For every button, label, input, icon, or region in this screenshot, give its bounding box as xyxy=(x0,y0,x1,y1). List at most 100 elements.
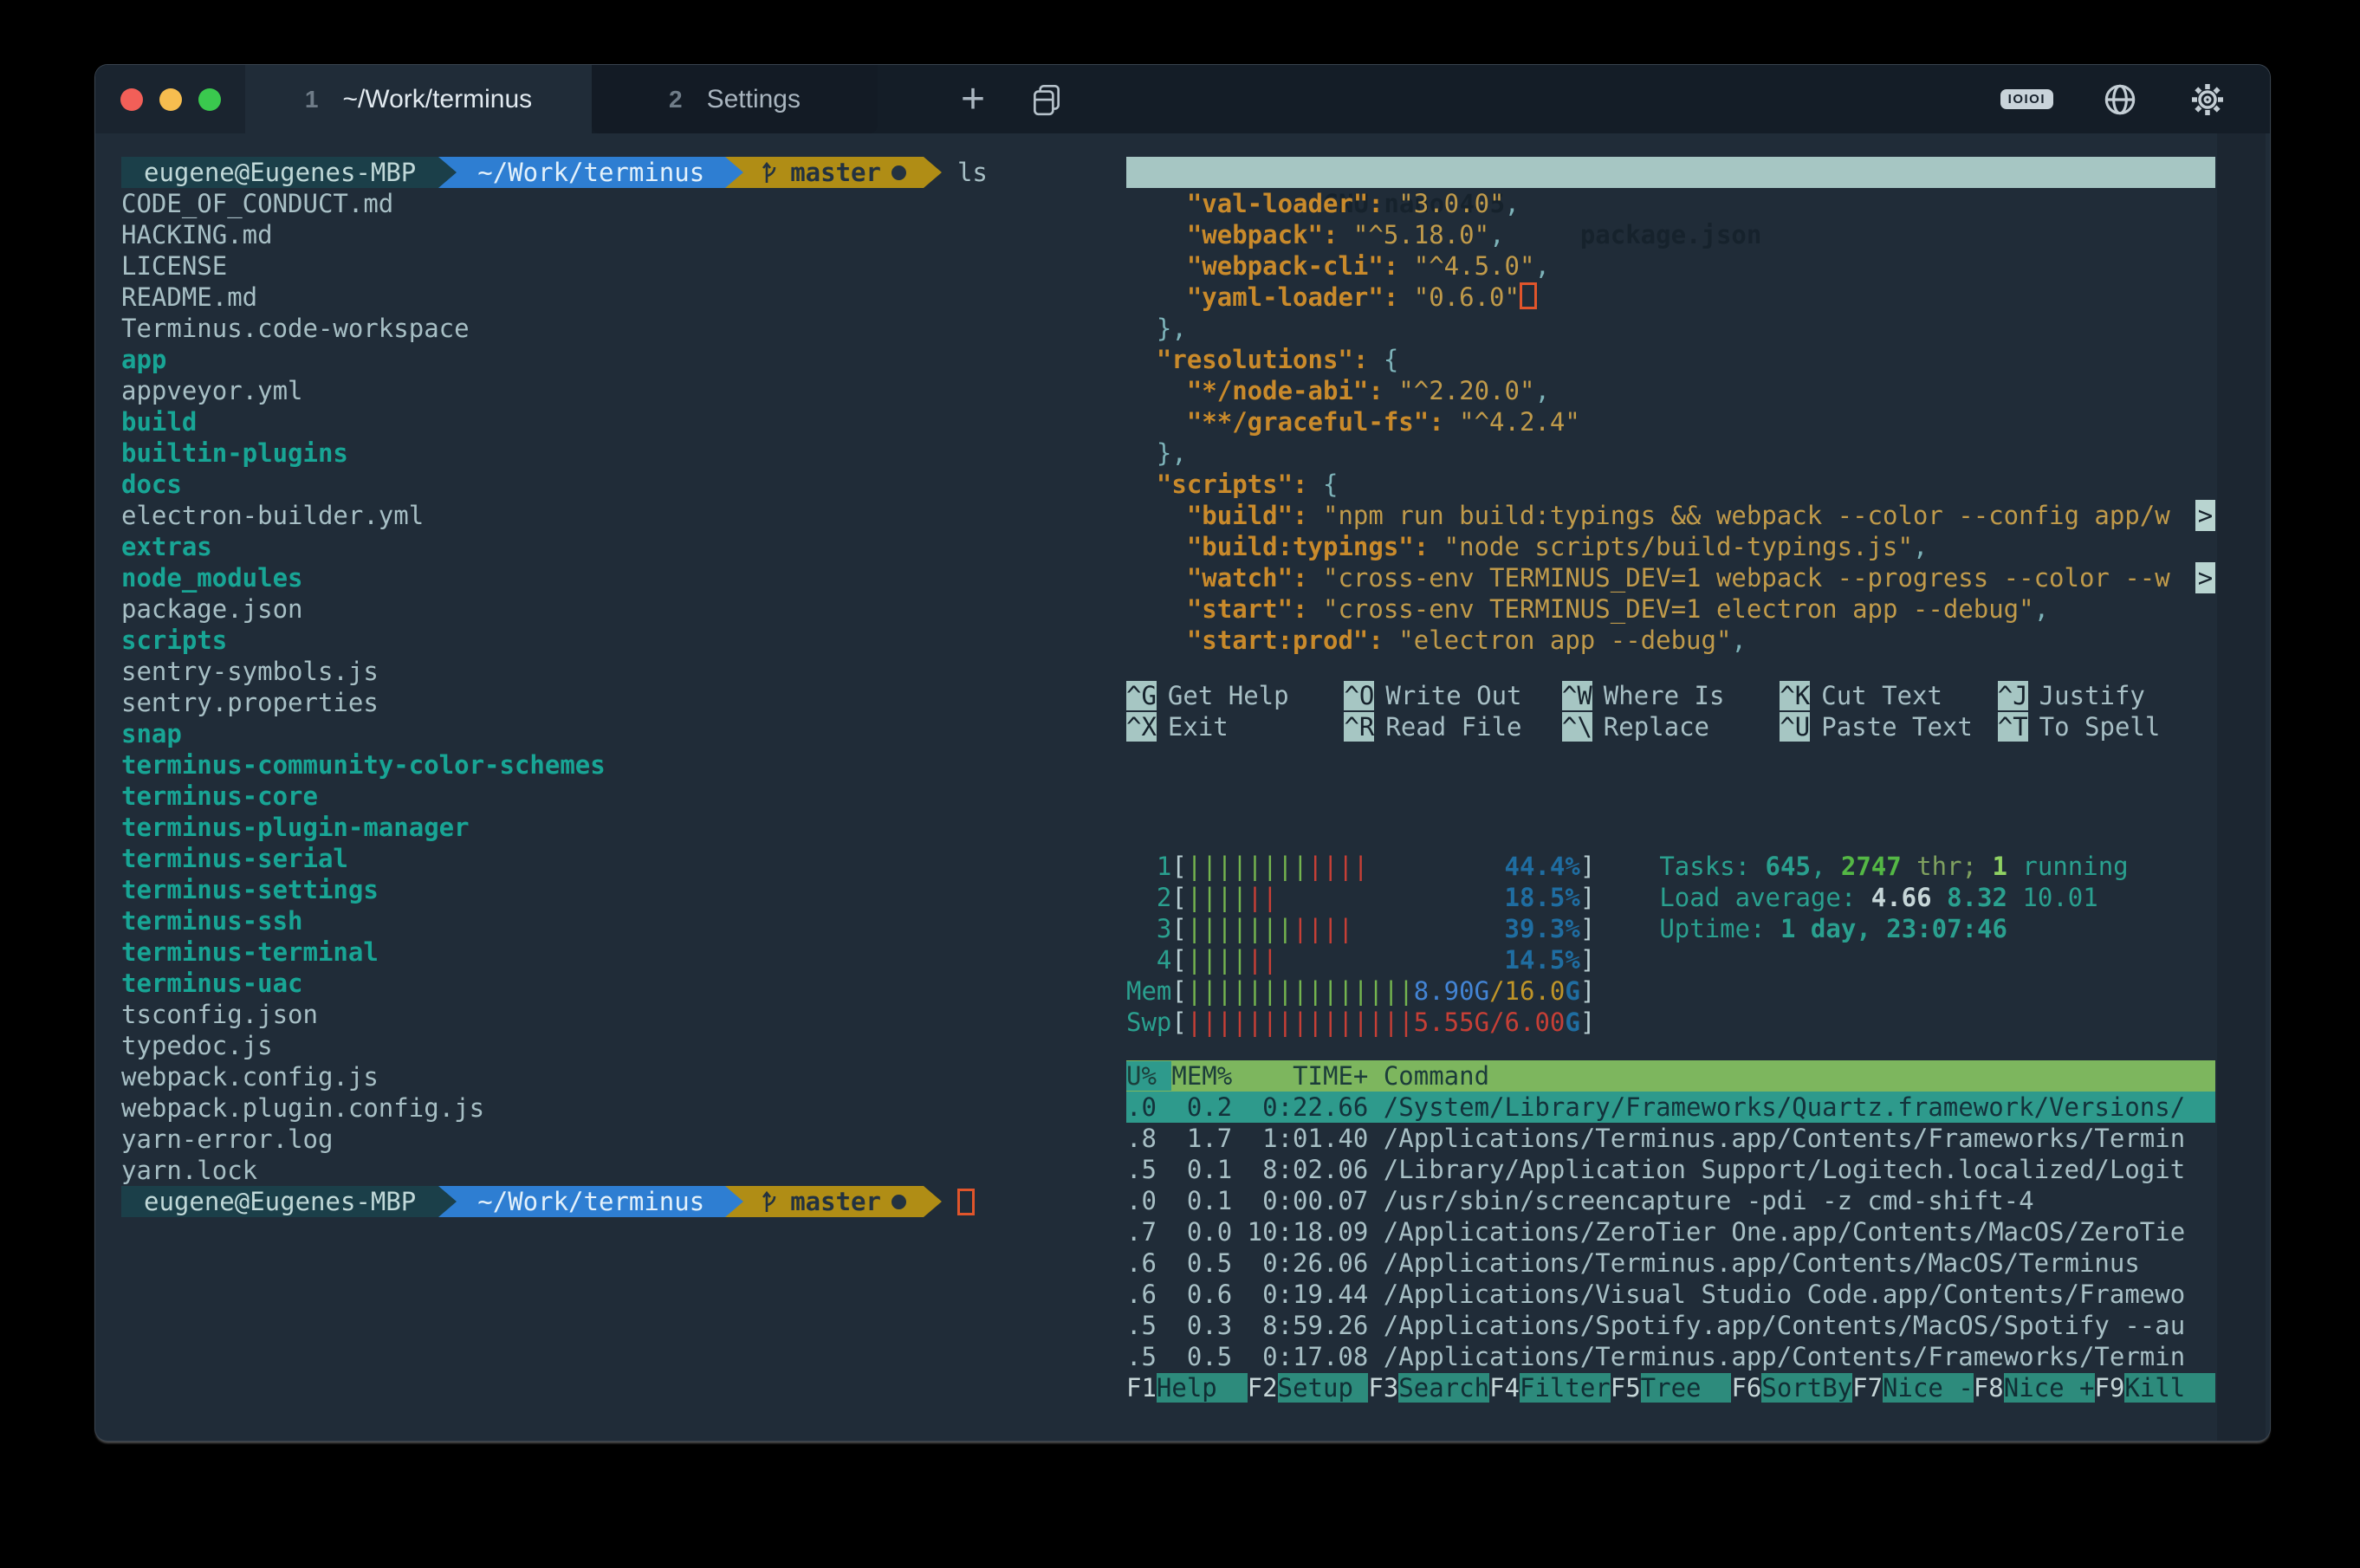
file-entry: scripts xyxy=(121,625,1098,656)
powerline-arrow-icon xyxy=(924,157,942,188)
zoom-button[interactable] xyxy=(198,88,221,111)
nano-line: "build": "npm run build:typings && webpa… xyxy=(1126,500,2215,531)
nano-shortcut[interactable]: ^WWhere Is xyxy=(1562,680,1780,711)
nano-line: "webpack": "^5.18.0", xyxy=(1126,219,2215,250)
nano-shortcut[interactable]: ^TTo Spell xyxy=(1998,711,2215,742)
nano-shortcut[interactable]: ^UPaste Text xyxy=(1780,711,1997,742)
fkey-button[interactable]: F8Nice + xyxy=(1974,1372,2095,1403)
nano-line: "**/graceful-fs": "^4.2.4" xyxy=(1126,406,2215,437)
file-entry: LICENSE xyxy=(121,250,1098,282)
file-entry: node_modules xyxy=(121,562,1098,593)
fkey-button[interactable]: F1Help xyxy=(1126,1372,1248,1403)
terminal-cursor xyxy=(957,1189,975,1215)
htop-stats: Tasks: 645, 2747 thr; 1 runningLoad aver… xyxy=(1659,851,2128,1038)
process-row[interactable]: .0 0.1 0:00.07 /usr/sbin/screencapture -… xyxy=(1126,1185,2215,1216)
tab-settings[interactable]: 2 Settings xyxy=(592,65,878,133)
nano-line: "start": "cross-env TERMINUS_DEV=1 elect… xyxy=(1126,593,2215,625)
file-entry: docs xyxy=(121,469,1098,500)
nano-line: "resolutions": { xyxy=(1126,344,2215,375)
toolbar-icons: IOIOI xyxy=(2000,65,2228,133)
minimize-button[interactable] xyxy=(159,88,182,111)
new-tab-button[interactable]: + xyxy=(961,79,985,120)
file-entry: webpack.plugin.config.js xyxy=(121,1092,1098,1124)
process-row[interactable]: .5 0.1 8:02.06 /Library/Application Supp… xyxy=(1126,1154,2215,1185)
process-row[interactable]: .0 0.2 0:22.66 /System/Library/Framework… xyxy=(1126,1092,2215,1123)
process-row[interactable]: .8 1.7 1:01.40 /Applications/Terminus.ap… xyxy=(1126,1123,2215,1154)
close-button[interactable] xyxy=(120,88,143,111)
powerline-arrow-icon xyxy=(438,157,457,188)
git-branch-icon xyxy=(761,1189,780,1215)
htop-meters: 1[|||||||||||| 44.4%] 2[|||||| 18.5%] 3[… xyxy=(1126,851,1595,1038)
process-row[interactable]: .5 0.3 8:59.26 /Applications/Spotify.app… xyxy=(1126,1310,2215,1341)
prompt-user-segment: eugene@Eugenes-MBP xyxy=(121,1186,438,1217)
process-row[interactable]: .7 0.0 10:18.09 /Applications/ZeroTier O… xyxy=(1126,1216,2215,1247)
nano-cursor xyxy=(1520,282,1537,309)
htop-section: 1[|||||||||||| 44.4%] 2[|||||| 18.5%] 3[… xyxy=(1126,851,2215,1403)
file-entry: terminus-settings xyxy=(121,874,1098,905)
tab-number: 2 xyxy=(669,86,683,113)
fkey-button[interactable]: F5Tree xyxy=(1611,1372,1732,1403)
htop-meter: 1[|||||||||||| 44.4%] xyxy=(1126,851,1595,882)
file-entry: CODE_OF_CONDUCT.md xyxy=(121,188,1098,219)
right-terminal-pane[interactable]: GNU nano 4.5 package.json "val-loader": … xyxy=(1098,133,2270,1441)
powerline-arrow-icon xyxy=(438,1186,457,1217)
file-entry: extras xyxy=(121,531,1098,562)
htop-stat-line: Tasks: 645, 2747 thr; 1 running xyxy=(1659,851,2128,882)
file-entry: package.json xyxy=(121,593,1098,625)
fkey-button[interactable]: F7Nice - xyxy=(1852,1372,1974,1403)
htop-function-key-bar: F1Help F2Setup F3SearchF4FilterF5Tree F6… xyxy=(1126,1372,2215,1403)
serial-port-icon[interactable]: IOIOI xyxy=(2000,89,2053,109)
git-dirty-dot-icon xyxy=(891,165,906,180)
nano-shortcut[interactable]: ^OWrite Out xyxy=(1344,680,1561,711)
process-table-header[interactable]: U% MEM% TIME+ Command xyxy=(1126,1060,2215,1092)
gear-icon[interactable] xyxy=(2187,79,2228,120)
prompt-git-segment: master xyxy=(743,157,924,188)
file-entry: terminus-terminal xyxy=(121,936,1098,968)
terminal-pane[interactable]: eugene@Eugenes-MBP ~/Work/terminus maste… xyxy=(95,133,1098,1441)
nano-line: "yaml-loader": "0.6.0" xyxy=(1126,282,2215,313)
nano-line: "start:prod": "electron app --debug", xyxy=(1126,625,2215,656)
process-row[interactable]: .6 0.6 0:19.44 /Applications/Visual Stud… xyxy=(1126,1279,2215,1310)
file-entry: terminus-community-color-schemes xyxy=(121,749,1098,781)
split-pane-icon[interactable] xyxy=(1028,81,1065,118)
file-entry: builtin-plugins xyxy=(121,437,1098,469)
fkey-button[interactable]: F9Kill xyxy=(2095,1372,2216,1403)
tabbar-spacer xyxy=(1065,65,2000,133)
nano-shortcut[interactable]: ^\Replace xyxy=(1562,711,1780,742)
tab-bar: 1 ~/Work/terminus 2 Settings + IOIOI xyxy=(95,65,2270,133)
nano-shortcut[interactable]: ^GGet Help xyxy=(1126,680,1344,711)
process-row[interactable]: .5 0.5 0:17.08 /Applications/Terminus.ap… xyxy=(1126,1341,2215,1372)
fkey-button[interactable]: F6SortBy xyxy=(1731,1372,1852,1403)
nano-shortcut[interactable]: ^XExit xyxy=(1126,711,1344,742)
process-row[interactable]: .6 0.5 0:26.06 /Applications/Terminus.ap… xyxy=(1126,1247,2215,1279)
nano-shortcut[interactable]: ^JJustify xyxy=(1998,680,2215,711)
fkey-button[interactable]: F4Filter xyxy=(1489,1372,1611,1403)
file-entry: terminus-core xyxy=(121,781,1098,812)
file-entry: build xyxy=(121,406,1098,437)
nano-line: }, xyxy=(1126,313,2215,344)
traffic-lights xyxy=(95,65,245,133)
fkey-button[interactable]: F3Search xyxy=(1368,1372,1489,1403)
desktop: 1 ~/Work/terminus 2 Settings + IOIOI xyxy=(0,0,2360,1568)
typed-command: ls xyxy=(957,157,988,188)
nano-titlebar: GNU nano 4.5 package.json xyxy=(1126,157,2215,188)
file-entry: yarn.lock xyxy=(121,1155,1098,1186)
htop-meter: 2[|||||| 18.5%] xyxy=(1126,882,1595,913)
htop-meter: Mem[|||||||||||||||8.90G/16.0G] xyxy=(1126,975,1595,1007)
fkey-button[interactable]: F2Setup xyxy=(1248,1372,1369,1403)
file-entry: typedoc.js xyxy=(121,1030,1098,1061)
file-entry: terminus-serial xyxy=(121,843,1098,874)
nano-shortcut[interactable]: ^KCut Text xyxy=(1780,680,1997,711)
nano-editor[interactable]: "val-loader": "3.0.0", "webpack": "^5.18… xyxy=(1126,188,2215,656)
nano-shortcut[interactable]: ^RRead File xyxy=(1344,711,1561,742)
prompt-path-segment: ~/Work/terminus xyxy=(457,157,725,188)
tab-terminal[interactable]: 1 ~/Work/terminus xyxy=(245,65,592,133)
powerline-arrow-icon xyxy=(924,1186,942,1217)
nano-line: "*/node-abi": "^2.20.0", xyxy=(1126,375,2215,406)
htop-meter: 4[|||||| 14.5%] xyxy=(1126,944,1595,975)
nano-line: "scripts": { xyxy=(1126,469,2215,500)
terminus-window: 1 ~/Work/terminus 2 Settings + IOIOI xyxy=(95,65,2270,1441)
globe-icon[interactable] xyxy=(2100,80,2140,120)
nano-section: GNU nano 4.5 package.json "val-loader": … xyxy=(1126,157,2215,742)
nano-line: "watch": "cross-env TERMINUS_DEV=1 webpa… xyxy=(1126,562,2215,593)
